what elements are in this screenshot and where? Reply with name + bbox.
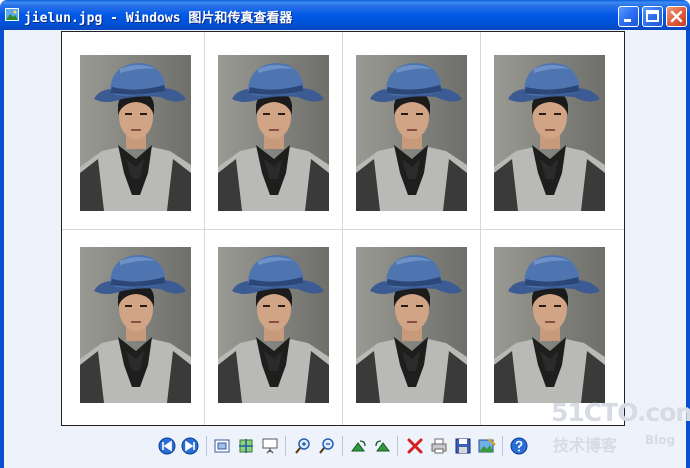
rotate-counterclockwise-icon[interactable] [373, 437, 391, 455]
title-bar[interactable]: jielun.jpg - Windows 图片和传真查看器 [0, 0, 690, 30]
toolbar-separator [206, 436, 207, 456]
grid-divider [62, 229, 624, 230]
save-icon[interactable] [454, 437, 472, 455]
preview-sheet [61, 31, 625, 426]
slideshow-icon[interactable] [261, 437, 279, 455]
toolbar-separator [502, 436, 503, 456]
maximize-icon [646, 10, 659, 22]
close-icon [670, 10, 683, 23]
print-icon[interactable] [430, 437, 448, 455]
toolbar-separator [342, 436, 343, 456]
toolbar [0, 432, 690, 462]
best-fit-icon[interactable] [213, 437, 231, 455]
delete-icon[interactable] [406, 437, 424, 455]
portrait-photo [80, 247, 191, 403]
maximize-button[interactable] [642, 6, 663, 27]
portrait-photo [356, 247, 467, 403]
next-icon[interactable] [181, 437, 199, 455]
watermark-logo: 51CTO.com [551, 398, 690, 427]
portrait-photo [80, 55, 191, 211]
minimize-button[interactable] [618, 6, 639, 27]
toolbar-separator [285, 436, 286, 456]
rotate-clockwise-icon[interactable] [350, 437, 368, 455]
edit-icon[interactable] [478, 437, 496, 455]
help-icon[interactable] [510, 437, 528, 455]
minimize-icon [624, 19, 631, 22]
actual-size-icon[interactable] [237, 437, 255, 455]
zoom-out-icon[interactable] [318, 437, 336, 455]
previous-icon[interactable] [158, 437, 176, 455]
portrait-photo [494, 55, 605, 211]
portrait-photo [218, 247, 329, 403]
zoom-in-icon[interactable] [294, 437, 312, 455]
portrait-photo [356, 55, 467, 211]
window-title: jielun.jpg - Windows 图片和传真查看器 [24, 11, 293, 26]
close-button[interactable] [666, 6, 687, 27]
portrait-photo [494, 247, 605, 403]
portrait-photo [218, 55, 329, 211]
toolbar-separator [397, 436, 398, 456]
image-viewer-icon [5, 8, 19, 21]
